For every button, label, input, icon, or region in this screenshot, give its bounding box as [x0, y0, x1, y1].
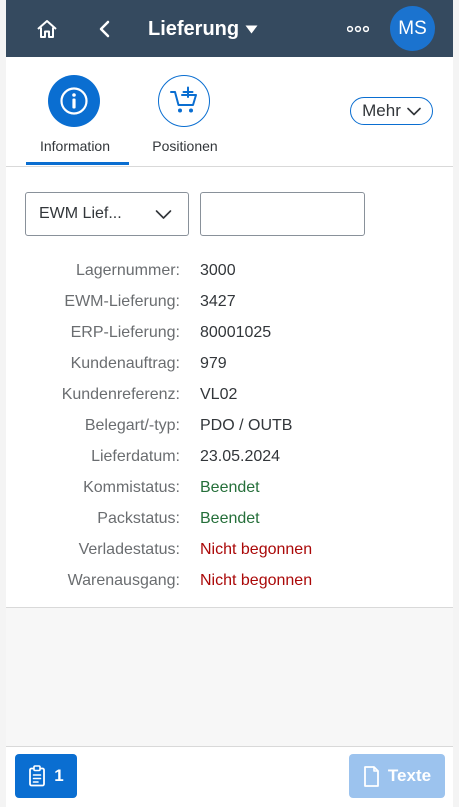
document-icon: [364, 765, 379, 787]
more-button[interactable]: Mehr: [350, 97, 433, 125]
field-value: 23.05.2024: [200, 448, 281, 465]
field-label: ERP-Lieferung:: [70, 324, 180, 341]
field-label: Belegart/-typ:: [84, 417, 180, 434]
field-row: Packstatus: Beendet: [6, 510, 453, 541]
texte-button-label: Texte: [387, 766, 432, 785]
field-value: Beendet: [200, 479, 260, 496]
field-value: Nicht begonnen: [200, 572, 313, 589]
field-label: Kommistatus:: [83, 479, 180, 496]
cart-add-icon: [170, 86, 197, 113]
field-value: Beendet: [200, 510, 260, 527]
page-title: Lieferung: [148, 17, 240, 40]
field-value: 979: [200, 355, 227, 372]
more-button-label: Mehr: [362, 101, 401, 120]
texte-button[interactable]: Texte: [349, 754, 445, 798]
field-row: Warenausgang: Nicht begonnen: [6, 572, 453, 603]
document-type-select-value: EWM Lief...: [39, 205, 122, 222]
field-label: Verladestatus:: [78, 541, 180, 558]
tab-positionen[interactable]: Positionen: [136, 75, 246, 165]
field-row: Kundenauftrag: 979: [6, 355, 453, 386]
home-button[interactable]: [34, 16, 60, 42]
items-count-label: 1: [54, 766, 64, 785]
empty-content-area: [6, 608, 453, 746]
icon-tab-bar: Information Positionen Mehr: [6, 57, 453, 167]
back-icon: [99, 20, 110, 38]
field-row: Lagernummer: 3000: [6, 262, 453, 293]
shell-bar: Lieferung MS: [6, 0, 453, 57]
field-value: 3000: [200, 262, 236, 279]
tab-positionen-circle: [158, 75, 210, 127]
field-row: ERP-Lieferung: 80001025: [6, 324, 453, 355]
overflow-icon: [347, 25, 369, 33]
field-row: Kommistatus: Beendet: [6, 479, 453, 510]
document-number-input[interactable]: [200, 192, 365, 236]
field-label: Warenausgang:: [67, 572, 180, 589]
app-shell: Lieferung MS Information Positionen Mehr…: [6, 0, 453, 807]
field-label: Kundenreferenz:: [61, 386, 180, 403]
items-count-button[interactable]: 1: [15, 754, 77, 798]
field-label: Kundenauftrag:: [70, 355, 180, 372]
home-icon: [37, 20, 57, 38]
tab-information[interactable]: Information: [26, 75, 136, 165]
field-value: VL02: [200, 386, 238, 403]
field-value: PDO / OUTB: [200, 417, 293, 434]
field-label: EWM-Lieferung:: [64, 293, 180, 310]
field-value: Nicht begonnen: [200, 541, 313, 558]
back-button[interactable]: [93, 16, 115, 42]
field-row: Belegart/-typ: PDO / OUTB: [6, 417, 453, 448]
tab-information-circle: [48, 75, 100, 127]
field-row: Lieferdatum: 23.05.2024: [6, 448, 453, 479]
avatar[interactable]: MS: [390, 6, 435, 51]
field-row: Verladestatus: Nicht begonnen: [6, 541, 453, 572]
document-type-select[interactable]: EWM Lief...: [25, 192, 189, 236]
selected-tab-indicator: [26, 162, 129, 165]
field-label: Packstatus:: [97, 510, 180, 527]
chevron-down-icon: [155, 210, 172, 219]
field-value: 3427: [200, 293, 236, 310]
footer-toolbar: 1 Texte: [6, 746, 453, 807]
field-row: Kundenreferenz: VL02: [6, 386, 453, 417]
clipboard-icon: [29, 765, 46, 787]
field-label: Lagernummer:: [75, 262, 180, 279]
field-value: 80001025: [200, 324, 272, 341]
info-icon: [60, 87, 88, 115]
title-menu[interactable]: Lieferung: [148, 15, 258, 43]
field-label: Lieferdatum:: [91, 448, 180, 465]
field-row: EWM-Lieferung: 3427: [6, 293, 453, 324]
tab-information-label: Information: [39, 138, 111, 154]
tab-positionen-label: Positionen: [152, 138, 218, 154]
chevron-down-icon: [407, 107, 421, 115]
overflow-button[interactable]: [344, 18, 372, 40]
caret-down-icon: [245, 25, 258, 33]
